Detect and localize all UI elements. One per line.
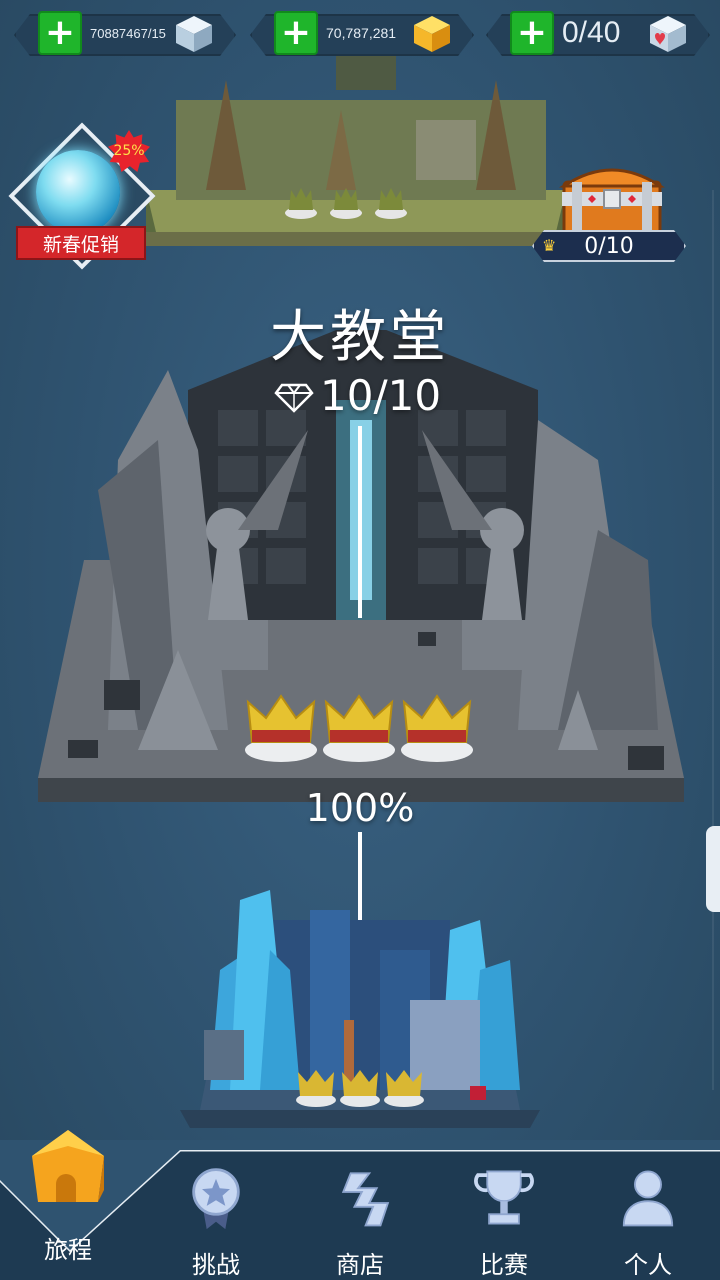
trophy-icon <box>474 1170 534 1225</box>
tab-challenge[interactable]: 挑战 <box>158 1156 274 1280</box>
gold-cube-icon <box>414 16 450 52</box>
tab-shop-label: 商店 <box>336 1251 384 1279</box>
promo-label: 新春促销 <box>16 226 146 260</box>
level-gems-value: 10/10 <box>320 370 442 420</box>
bottom-nav: 旅程 挑战 商店 比赛 个人 <box>0 1130 720 1280</box>
tab-profile[interactable]: 个人 <box>590 1156 706 1280</box>
ice-cube-icon <box>176 16 212 52</box>
promo-badge[interactable]: 25% 新春促销 <box>8 122 156 270</box>
diamond-icon <box>274 383 314 413</box>
crown-icon: ♛ <box>542 236 557 255</box>
ice-cubes-value: 70887467/15 <box>90 25 166 41</box>
shop-icon <box>341 1172 390 1227</box>
medal-icon <box>192 1168 240 1230</box>
gold-cubes-value: 70,787,281 <box>326 25 397 41</box>
level-progress-percent: 100% <box>305 786 415 830</box>
chest-counter-value: 0/10 <box>584 233 634 259</box>
level-gems: 10/10 <box>274 370 441 420</box>
globe-icon <box>36 150 120 234</box>
add-gold-cubes-button[interactable]: + <box>274 11 318 55</box>
tab-competition[interactable]: 比赛 <box>446 1156 562 1280</box>
treasure-chest-icon[interactable] <box>558 160 666 236</box>
resource-hearts: + 0/40 <box>486 10 706 56</box>
chest-counter: ♛ 0/10 <box>532 230 686 262</box>
add-ice-cubes-button[interactable]: + <box>38 11 82 55</box>
path-connector-top <box>358 426 362 618</box>
tab-shop[interactable]: 商店 <box>302 1156 418 1280</box>
hearts-value: 0/40 <box>562 16 621 49</box>
resource-ice-cubes: + 70887467/15 <box>14 10 232 56</box>
scroll-handle[interactable] <box>706 826 720 912</box>
resource-gold-cubes: + 70,787,281 <box>250 10 470 56</box>
person-icon <box>622 1170 674 1227</box>
tab-journey-label: 旅程 <box>44 1236 92 1264</box>
level-title: 大教堂 <box>270 305 450 370</box>
add-hearts-button[interactable]: + <box>510 11 554 55</box>
tab-competition-label: 比赛 <box>480 1251 528 1279</box>
tab-profile-label: 个人 <box>624 1251 672 1279</box>
next-level-scene[interactable] <box>180 890 540 1130</box>
crown-trophies <box>245 694 473 762</box>
tab-journey[interactable]: 旅程 <box>10 1130 126 1280</box>
tab-challenge-label: 挑战 <box>192 1251 240 1279</box>
scroll-track[interactable] <box>712 190 714 1090</box>
house-icon <box>32 1130 104 1202</box>
heart-cube-icon <box>650 16 686 52</box>
previous-level-scene[interactable] <box>146 40 566 250</box>
